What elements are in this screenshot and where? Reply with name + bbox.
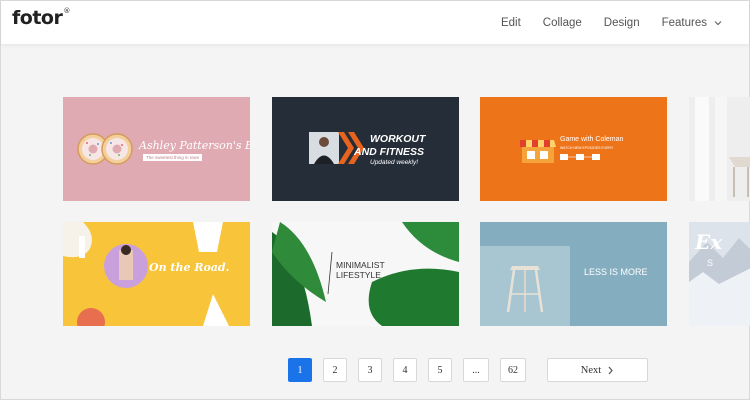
snow-title: Ex (695, 230, 723, 254)
game-title: Game with Coleman (560, 136, 624, 143)
pagination: 1 2 3 4 5 ... 62 (288, 358, 537, 382)
chevron-down-icon (714, 21, 722, 26)
fotor-logo[interactable]: fotor® (12, 7, 70, 29)
chevron-right-icon (608, 366, 613, 374)
donut-icon (77, 133, 133, 165)
page-62-button[interactable]: 62 (500, 358, 526, 382)
page-ellipsis: ... (463, 358, 489, 382)
next-label: Next (580, 364, 602, 376)
road-title: On the Road. (149, 261, 230, 274)
workout-title-line2: AND FITNESS (354, 146, 425, 158)
page-5-button[interactable]: 5 (428, 358, 452, 382)
top-navigation-bar: fotor® Edit Collage Design Features (1, 1, 749, 45)
minimalist-title-line2: LIFESTYLE (336, 270, 381, 280)
template-card-minimalist[interactable]: MINIMALIST LIFESTYLE (272, 222, 459, 326)
template-card-less-is-more[interactable]: LESS IS MORE (480, 222, 667, 326)
bakery-subtitle: The sweetest thing in town (143, 154, 203, 161)
main-nav: Edit Collage Design Features (479, 1, 723, 45)
template-card-snow[interactable]: Ex S (689, 222, 750, 326)
interior-artwork (689, 97, 750, 201)
page-1-button[interactable]: 1 (288, 358, 312, 382)
nav-features-label: Features (661, 17, 707, 29)
bakery-title: Ashley Patterson's Bakery (139, 139, 250, 152)
snow-subtitle: S (707, 258, 714, 268)
template-card-workout[interactable]: WORKOUT AND FITNESS Updated weekly! (272, 97, 459, 201)
workout-title-line1: WORKOUT (370, 133, 426, 145)
template-card-game[interactable]: Game with Coleman WATCH NEW EPISODES EVE… (480, 97, 667, 201)
game-subtitle: WATCH NEW EPISODES EVERY (560, 146, 614, 150)
template-card-interior[interactable] (689, 97, 750, 201)
minimalist-title-line1: MINIMALIST (336, 260, 385, 270)
page-3-button[interactable]: 3 (358, 358, 382, 382)
nav-edit[interactable]: Edit (501, 17, 521, 29)
next-page-button[interactable]: Next (547, 358, 648, 382)
template-card-road[interactable]: On the Road. (63, 222, 250, 326)
shop-icon (520, 140, 556, 163)
template-card-bakery[interactable]: Ashley Patterson's Bakery The sweetest t… (63, 97, 250, 201)
less-title: LESS IS MORE (584, 267, 648, 277)
workout-subtitle: Updated weekly! (370, 159, 419, 166)
nav-features[interactable]: Features (662, 17, 723, 29)
nav-design[interactable]: Design (604, 17, 640, 29)
nav-collage[interactable]: Collage (543, 17, 582, 29)
page-2-button[interactable]: 2 (323, 358, 347, 382)
page-4-button[interactable]: 4 (393, 358, 417, 382)
road-artwork (63, 222, 229, 326)
